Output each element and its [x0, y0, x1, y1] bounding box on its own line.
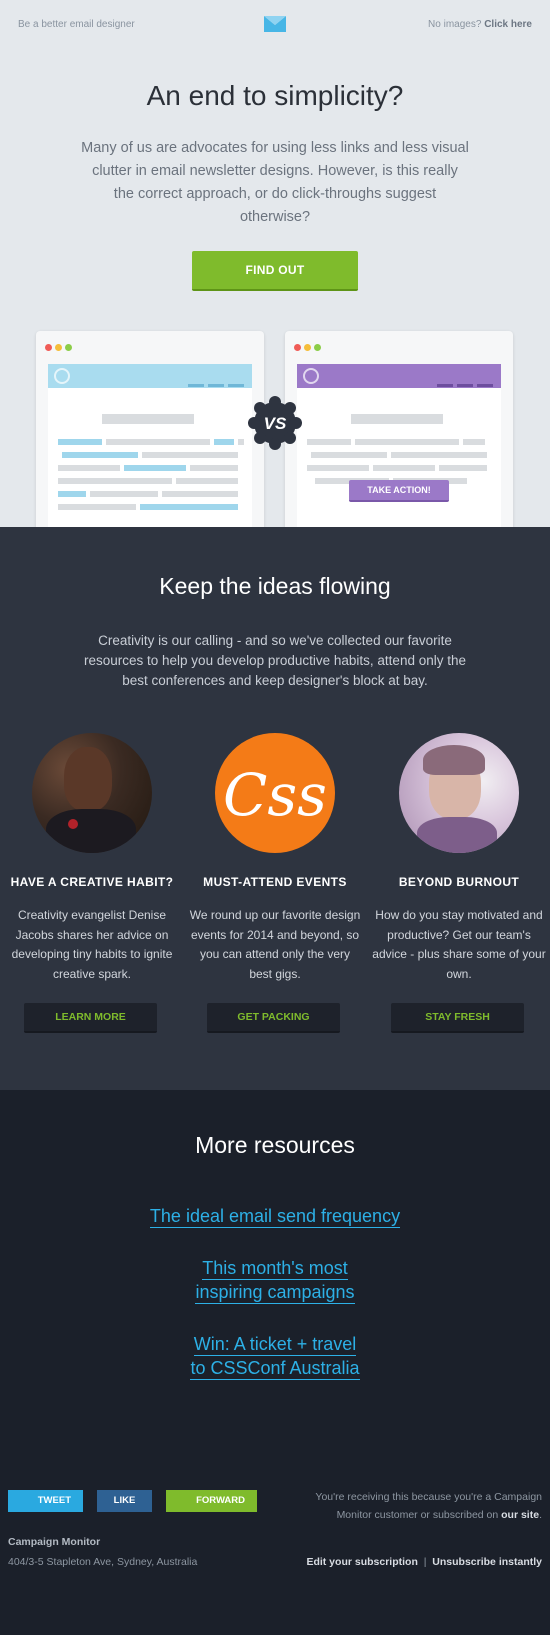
ideas-lead: Creativity is our calling - and so we've… [84, 633, 466, 688]
top-bar: Be a better email designer No images? Cl… [0, 0, 550, 48]
our-site-link[interactable]: our site [501, 1509, 539, 1521]
simple-email-mockup [36, 331, 264, 527]
tagline: Be a better email designer [18, 19, 135, 30]
burnout-column: BEYOND BURNOUT How do you stay motivated… [367, 733, 550, 1033]
creative-habit-text: Creativity evangelist Denise Jacobs shar… [11, 908, 173, 981]
company-name: Campaign Monitor [8, 1536, 101, 1548]
resources-title: More resources [195, 1132, 355, 1158]
send-frequency-link[interactable]: The ideal email send frequency [0, 1204, 550, 1228]
get-packing-button[interactable]: GET PACKING [207, 1003, 340, 1033]
like-button[interactable]: LIKE [97, 1490, 152, 1512]
stay-fresh-button[interactable]: STAY FRESH [391, 1003, 524, 1033]
team-member-photo[interactable] [399, 733, 519, 853]
tweet-button[interactable]: TWEET [8, 1490, 83, 1512]
denise-jacobs-photo[interactable] [32, 733, 152, 853]
hero-title: An end to simplicity? [146, 80, 404, 111]
unsubscribe-link[interactable]: Unsubscribe instantly [432, 1556, 542, 1568]
css-conference-badge[interactable]: Css [215, 733, 335, 853]
link-separator: | [423, 1556, 427, 1568]
footer: TWEET LIKE FORWARD Campaign Monitor 404/… [0, 1452, 550, 1635]
learn-more-button[interactable]: LEARN MORE [24, 1003, 157, 1033]
campaign-monitor-logo-icon[interactable] [264, 16, 286, 32]
events-column: Css MUST-ATTEND EVENTS We round up our f… [183, 733, 367, 1033]
window-controls [294, 338, 324, 356]
find-out-button[interactable]: FIND OUT [192, 251, 358, 291]
inspiring-campaigns-link[interactable]: This month's most inspiring campaigns [0, 1256, 550, 1304]
css-logo-icon: Css [223, 761, 327, 829]
company-address: 404/3-5 Stapleton Ave, Sydney, Australia [8, 1556, 198, 1568]
subscription-notice: You're receiving this because you're a C… [315, 1491, 542, 1521]
no-images-notice: No images? Click here [428, 19, 532, 30]
skull-logo-icon [303, 368, 319, 384]
hero-lead: Many of us are advocates for using less … [81, 140, 469, 225]
vs-badge-icon: VS [248, 396, 302, 450]
action-email-mockup: TAKE ACTION! [285, 331, 513, 527]
burnout-text: How do you stay motivated and productive… [372, 908, 546, 981]
events-heading: MUST-ATTEND EVENTS [203, 875, 347, 889]
creative-habit-heading: HAVE A CREATIVE HABIT? [10, 875, 174, 889]
skull-logo-icon [54, 368, 70, 384]
css-badge-text: Css [223, 761, 327, 829]
forward-button[interactable]: FORWARD [166, 1490, 257, 1512]
click-here-link[interactable]: Click here [484, 19, 532, 30]
take-action-button: TAKE ACTION! [349, 480, 449, 502]
burnout-heading: BEYOND BURNOUT [398, 875, 520, 889]
ideas-section: Keep the ideas flowing Creativity is our… [0, 527, 550, 1090]
ideas-title: Keep the ideas flowing [159, 573, 391, 599]
subscription-links: Edit your subscription | Unsubscribe ins… [306, 1556, 542, 1568]
creative-habit-column: HAVE A CREATIVE HABIT? Creativity evange… [0, 733, 184, 1033]
resources-section: More resources The ideal email send freq… [0, 1090, 550, 1452]
events-text: We round up our favorite design events f… [189, 908, 361, 981]
vs-label: VS [264, 414, 287, 433]
window-controls [45, 338, 75, 356]
hero-section: Be a better email designer No images? Cl… [0, 0, 550, 527]
cssconf-ticket-link[interactable]: Win: A ticket + travel to CSSConf Austra… [0, 1332, 550, 1380]
no-images-prefix: No images? [428, 19, 482, 30]
edit-subscription-link[interactable]: Edit your subscription [306, 1556, 417, 1568]
